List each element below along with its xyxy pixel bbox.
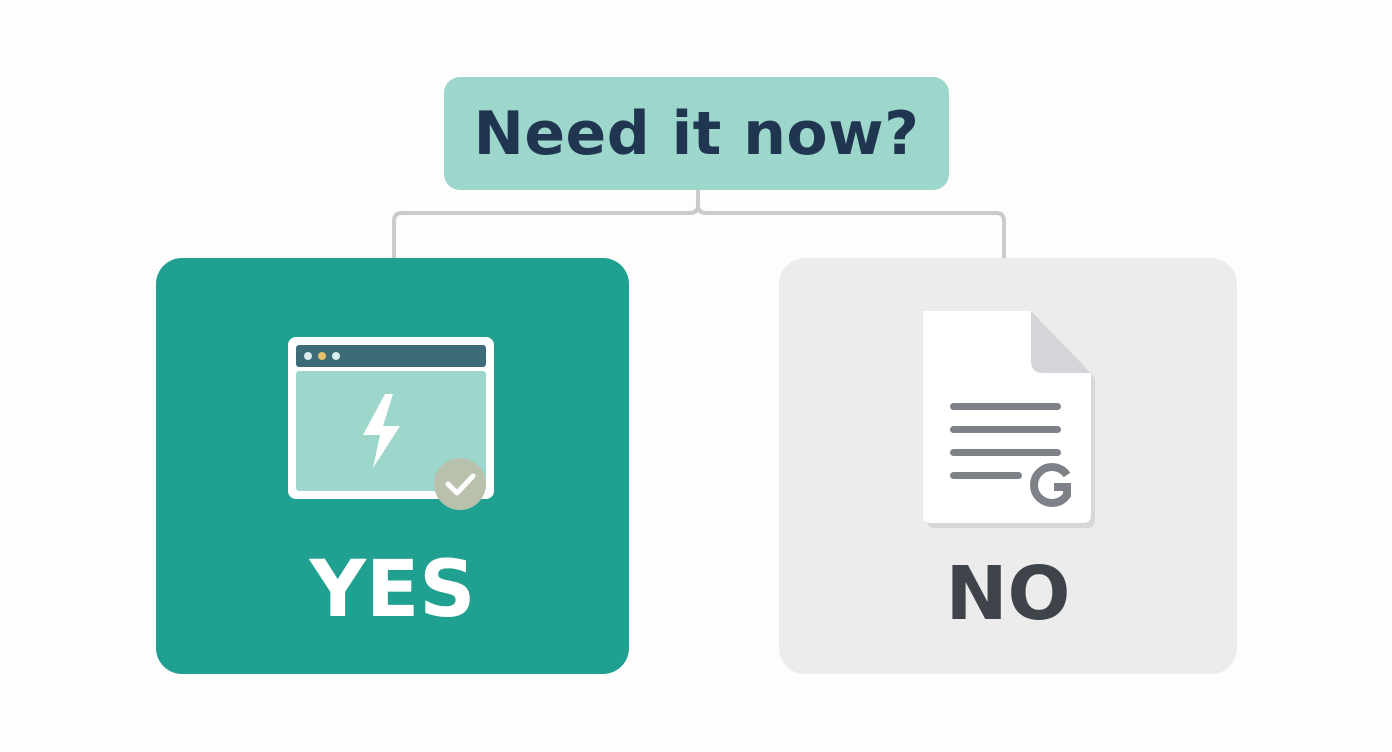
document-icon: [923, 311, 1095, 528]
question-box: Need it now?: [444, 77, 949, 190]
connector-to-yes: [392, 188, 700, 260]
connector-to-no: [696, 188, 1006, 260]
no-option-card[interactable]: NO: [779, 258, 1237, 674]
yes-label: YES: [309, 545, 476, 635]
instant-app-window-icon: [288, 337, 494, 510]
question-text: Need it now?: [473, 98, 920, 169]
no-label: NO: [945, 551, 1071, 637]
yes-option-card[interactable]: YES: [156, 258, 629, 674]
check-badge-icon: [434, 458, 486, 510]
